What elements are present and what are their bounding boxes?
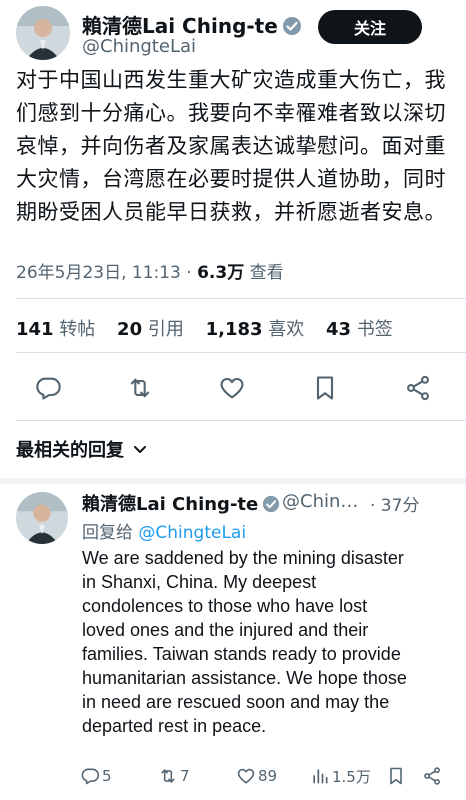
reply-line: humanitarian assistance. We hope those bbox=[82, 668, 407, 688]
stat-likes[interactable]: 1,183 喜欢 bbox=[206, 319, 321, 340]
reply-author-name-text: 賴清德Lai Ching-te bbox=[82, 494, 259, 515]
views-icon bbox=[313, 769, 328, 784]
reply-retweet-button[interactable]: 7 bbox=[158, 764, 190, 788]
views-label: 查看 bbox=[244, 263, 284, 283]
reply-text: We are saddened by the mining disaster i… bbox=[82, 546, 452, 738]
reply-count: 5 bbox=[102, 767, 112, 785]
reply-line: departed rest in peace. bbox=[82, 716, 267, 736]
divider bbox=[16, 298, 466, 299]
retweet-button[interactable] bbox=[120, 368, 160, 408]
view-count: 1.5万 bbox=[332, 767, 371, 786]
author-handle[interactable]: @ChingteLai bbox=[82, 36, 196, 57]
section-title: 最相关的回复 bbox=[16, 440, 124, 461]
verified-badge-icon bbox=[262, 495, 280, 518]
reply-line: families. Taiwan stands ready to provide bbox=[82, 644, 401, 664]
bookmark-icon bbox=[316, 376, 334, 400]
stat-bookmarks[interactable]: 43 书签 bbox=[326, 319, 409, 340]
author-name-text: 賴清德Lai Ching-te bbox=[82, 14, 278, 38]
share-button[interactable] bbox=[398, 368, 438, 408]
reply-bookmark-button[interactable] bbox=[386, 764, 408, 788]
reply-button[interactable] bbox=[28, 368, 68, 408]
like-icon bbox=[220, 377, 244, 399]
reply-avatar[interactable] bbox=[16, 492, 68, 544]
replying-to-handle[interactable]: @ChingteLai bbox=[138, 523, 246, 543]
reply-share-button[interactable] bbox=[422, 764, 444, 788]
chevron-down-icon bbox=[132, 441, 148, 462]
timestamp[interactable]: 26年5月23日, 11:13 · bbox=[16, 263, 197, 283]
section-separator bbox=[0, 478, 466, 484]
most-relevant-replies-toggle[interactable]: 最相关的回复 bbox=[16, 436, 148, 462]
verified-badge-icon bbox=[282, 16, 302, 41]
reply-line: loved ones and the injured and their bbox=[82, 620, 369, 640]
reply-author-handle[interactable]: @Chin… bbox=[282, 491, 358, 512]
like-button[interactable] bbox=[212, 368, 252, 408]
reply-timestamp[interactable]: · 37分 bbox=[370, 491, 419, 516]
replying-to: 回复给 @ChingteLai bbox=[82, 518, 246, 543]
like-icon bbox=[237, 768, 255, 784]
retweet-icon bbox=[130, 378, 150, 398]
retweet-icon bbox=[161, 769, 175, 783]
reply-action-bar: 5 7 89 1.5万 bbox=[0, 764, 466, 788]
follow-button[interactable]: 关注 bbox=[318, 10, 422, 44]
reply-line: condolences to those who have lost bbox=[82, 596, 368, 616]
stat-quotes[interactable]: 20 引用 bbox=[117, 319, 200, 340]
reply-views-button[interactable]: 1.5万 bbox=[310, 764, 371, 788]
retweet-count: 7 bbox=[180, 767, 190, 785]
divider bbox=[16, 352, 466, 353]
share-icon bbox=[424, 767, 440, 785]
tweet-meta: 26年5月23日, 11:13 · 6.3万 查看 bbox=[16, 258, 284, 283]
reply-line: in need are rescued soon and may the bbox=[82, 692, 390, 712]
reply-line: in Shanxi, China. My deepest bbox=[82, 572, 317, 592]
reply-author-name[interactable]: 賴清德Lai Ching-te bbox=[82, 490, 280, 518]
replying-to-label: 回复给 bbox=[82, 523, 139, 543]
reply-like-button[interactable]: 89 bbox=[236, 764, 277, 788]
share-icon bbox=[407, 375, 429, 401]
reply-icon bbox=[81, 768, 100, 785]
reply-icon bbox=[36, 377, 61, 400]
divider bbox=[16, 420, 466, 421]
views-count: 6.3万 bbox=[197, 263, 245, 283]
bookmark-icon bbox=[390, 767, 402, 785]
like-count: 89 bbox=[258, 767, 278, 785]
stat-retweets[interactable]: 141 转帖 bbox=[16, 319, 111, 340]
reply-reply-button[interactable]: 5 bbox=[80, 764, 112, 788]
action-bar bbox=[0, 368, 466, 408]
avatar[interactable] bbox=[16, 6, 70, 60]
tweet-text: 对于中国山西发生重大矿灾造成重大伤亡，我们感到十分痛心。我要向不幸罹难者致以深切… bbox=[16, 68, 446, 224]
bookmark-button[interactable] bbox=[305, 368, 345, 408]
engagement-stats: 141 转帖 20 引用 1,183 喜欢 43 书签 bbox=[16, 315, 409, 341]
reply-line: We are saddened by the mining disaster bbox=[82, 548, 404, 568]
